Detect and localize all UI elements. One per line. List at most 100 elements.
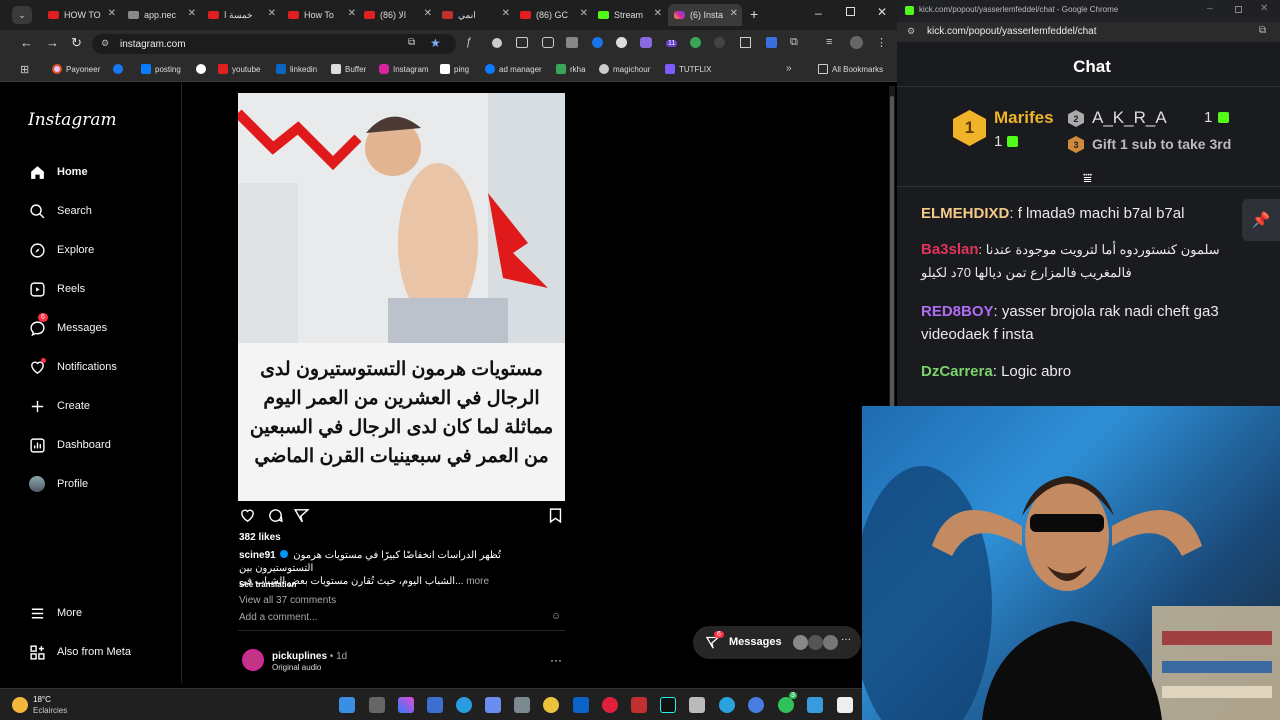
see-translation-link[interactable]: See translation (239, 580, 296, 589)
close-window-button[interactable]: ✕ (1260, 3, 1268, 14)
chrome-icon[interactable] (543, 697, 559, 713)
nav-also-from-meta[interactable]: Also from Meta (28, 643, 131, 661)
leader-name[interactable]: Marifes (994, 108, 1054, 128)
next-post-avatar[interactable] (242, 649, 264, 671)
more-bookmarks-chevron-icon[interactable]: » (786, 63, 792, 74)
windows-start-icon[interactable] (339, 697, 355, 713)
bookmark-item[interactable]: Payoneer (52, 64, 100, 74)
nav-reels[interactable]: Reels (28, 280, 85, 298)
tab-5[interactable]: انمي ✕ (436, 4, 514, 26)
app-icon[interactable] (456, 697, 472, 713)
close-icon[interactable]: ✕ (348, 8, 356, 19)
next-post-audio[interactable]: Original audio (272, 663, 321, 672)
bookmark-item[interactable]: youtube (218, 64, 260, 74)
close-icon[interactable]: ✕ (580, 8, 588, 19)
task-view-icon[interactable] (369, 697, 385, 713)
minimize-button[interactable]: – (1207, 3, 1213, 14)
app-icon[interactable] (689, 697, 705, 713)
bookmark-item[interactable]: Instagram (379, 64, 429, 74)
bookmark-item[interactable]: Buffer (331, 64, 366, 74)
apps-grid-icon[interactable]: ⊞ (20, 63, 29, 76)
bookmark-item[interactable]: magichour (599, 64, 650, 74)
extension-icon[interactable] (616, 37, 627, 48)
close-icon[interactable]: ✕ (108, 8, 116, 19)
extensions-puzzle-icon[interactable]: ⧉ (790, 36, 798, 49)
messages-pill[interactable]: 6 Messages ··· (693, 626, 861, 659)
app-icon[interactable] (427, 697, 443, 713)
chat-username[interactable]: RED8BOY (921, 303, 994, 320)
outlook-icon[interactable] (573, 697, 589, 713)
tab-2[interactable]: خمسة ا ✕ (202, 4, 280, 26)
whatsapp-icon[interactable] (778, 697, 794, 713)
bookmark-item[interactable]: ad manager (485, 64, 542, 74)
app-icon[interactable] (631, 697, 647, 713)
bookmark-star-icon[interactable]: ★ (430, 36, 441, 50)
close-icon[interactable]: ✕ (424, 8, 432, 19)
leader-name[interactable]: A_K_R_A (1092, 108, 1167, 128)
tab-7[interactable]: Stream ✕ (592, 4, 666, 26)
new-tab-button[interactable]: + (750, 6, 758, 22)
app-icon[interactable] (748, 697, 764, 713)
notion-icon[interactable] (837, 697, 853, 713)
close-icon[interactable]: ✕ (730, 8, 738, 19)
extension-icon[interactable] (566, 37, 578, 48)
extension-icon[interactable] (592, 37, 603, 48)
bookmark-item[interactable] (196, 64, 210, 74)
bookmark-item[interactable]: rkha (556, 64, 586, 74)
tab-3[interactable]: How To ✕ (282, 4, 360, 26)
more-options-icon[interactable]: ··· (550, 653, 562, 667)
copilot-icon[interactable] (398, 697, 414, 713)
tab-6[interactable]: (86) GC ✕ (514, 4, 592, 26)
save-bookmark-icon[interactable] (548, 507, 563, 529)
post-image[interactable]: مستويات هرمون التستوستيرون لدى الرجال في… (238, 93, 565, 501)
translate-icon[interactable]: ⧉ (1259, 25, 1266, 36)
maximize-button[interactable] (1235, 6, 1242, 13)
chat-username[interactable]: Ba3slan (921, 241, 979, 258)
gift-cta[interactable]: Gift 1 sub to take 3rd (1092, 136, 1231, 152)
nav-search[interactable]: Search (28, 202, 92, 220)
site-info-icon[interactable]: ⚙ (101, 38, 109, 49)
chat-username[interactable]: DzCarrera (921, 363, 993, 380)
next-post-username[interactable]: pickuplines (272, 651, 327, 662)
all-bookmarks-folder[interactable]: All Bookmarks (818, 64, 883, 74)
app-icon[interactable] (514, 697, 530, 713)
add-comment-input[interactable]: Add a comment... (239, 612, 539, 623)
weather-icon[interactable] (12, 697, 28, 713)
view-comments-link[interactable]: View all 37 comments (239, 595, 336, 606)
share-icon[interactable] (293, 507, 310, 529)
profile-icon[interactable] (850, 36, 863, 49)
nav-explore[interactable]: Explore (28, 241, 94, 259)
nav-create[interactable]: Create (28, 397, 90, 415)
extension-icon[interactable] (492, 38, 502, 48)
app-icon[interactable] (807, 697, 823, 713)
bookmark-item[interactable] (113, 64, 127, 74)
bookmark-item[interactable]: ping (440, 64, 469, 74)
bookmark-item[interactable]: posting (141, 64, 181, 74)
close-icon[interactable]: ✕ (654, 8, 662, 19)
caption-more-link[interactable]: more (466, 576, 489, 587)
tab-8[interactable]: (6) Insta ✕ (668, 4, 742, 26)
post-username[interactable]: scine91 (239, 550, 276, 561)
close-icon[interactable]: ✕ (502, 8, 510, 19)
tiktok-icon[interactable] (660, 697, 676, 713)
minimize-button[interactable]: – (815, 6, 822, 20)
nav-home[interactable]: Home (28, 163, 88, 181)
nav-dashboard[interactable]: Dashboard (28, 436, 111, 454)
emoji-icon[interactable]: ☺ (551, 611, 561, 622)
opera-icon[interactable] (602, 697, 618, 713)
chat-username[interactable]: ELMEHDIXD (921, 205, 1009, 222)
likes-count[interactable]: 382 likes (239, 532, 281, 543)
extension-icon[interactable] (640, 37, 652, 48)
extension-icon[interactable] (766, 37, 777, 48)
kebab-menu-icon[interactable]: ⋮ (876, 36, 887, 49)
extension-icon[interactable] (542, 37, 554, 48)
app-icon[interactable] (485, 697, 501, 713)
tab-search-button[interactable]: ⌄ (12, 6, 32, 24)
reload-button[interactable]: ↻ (71, 35, 82, 51)
comment-icon[interactable] (267, 507, 284, 529)
bookmark-item[interactable]: TUTFLIX (665, 64, 711, 74)
bookmark-item[interactable]: linkedin (276, 64, 317, 74)
instagram-logo[interactable]: Instagram (28, 110, 117, 130)
tab-4[interactable]: (86) الا ✕ (358, 4, 436, 26)
popout-address-bar[interactable]: ⚙ kick.com/popout/yasserlemfeddel/chat ⧉ (897, 22, 1280, 42)
